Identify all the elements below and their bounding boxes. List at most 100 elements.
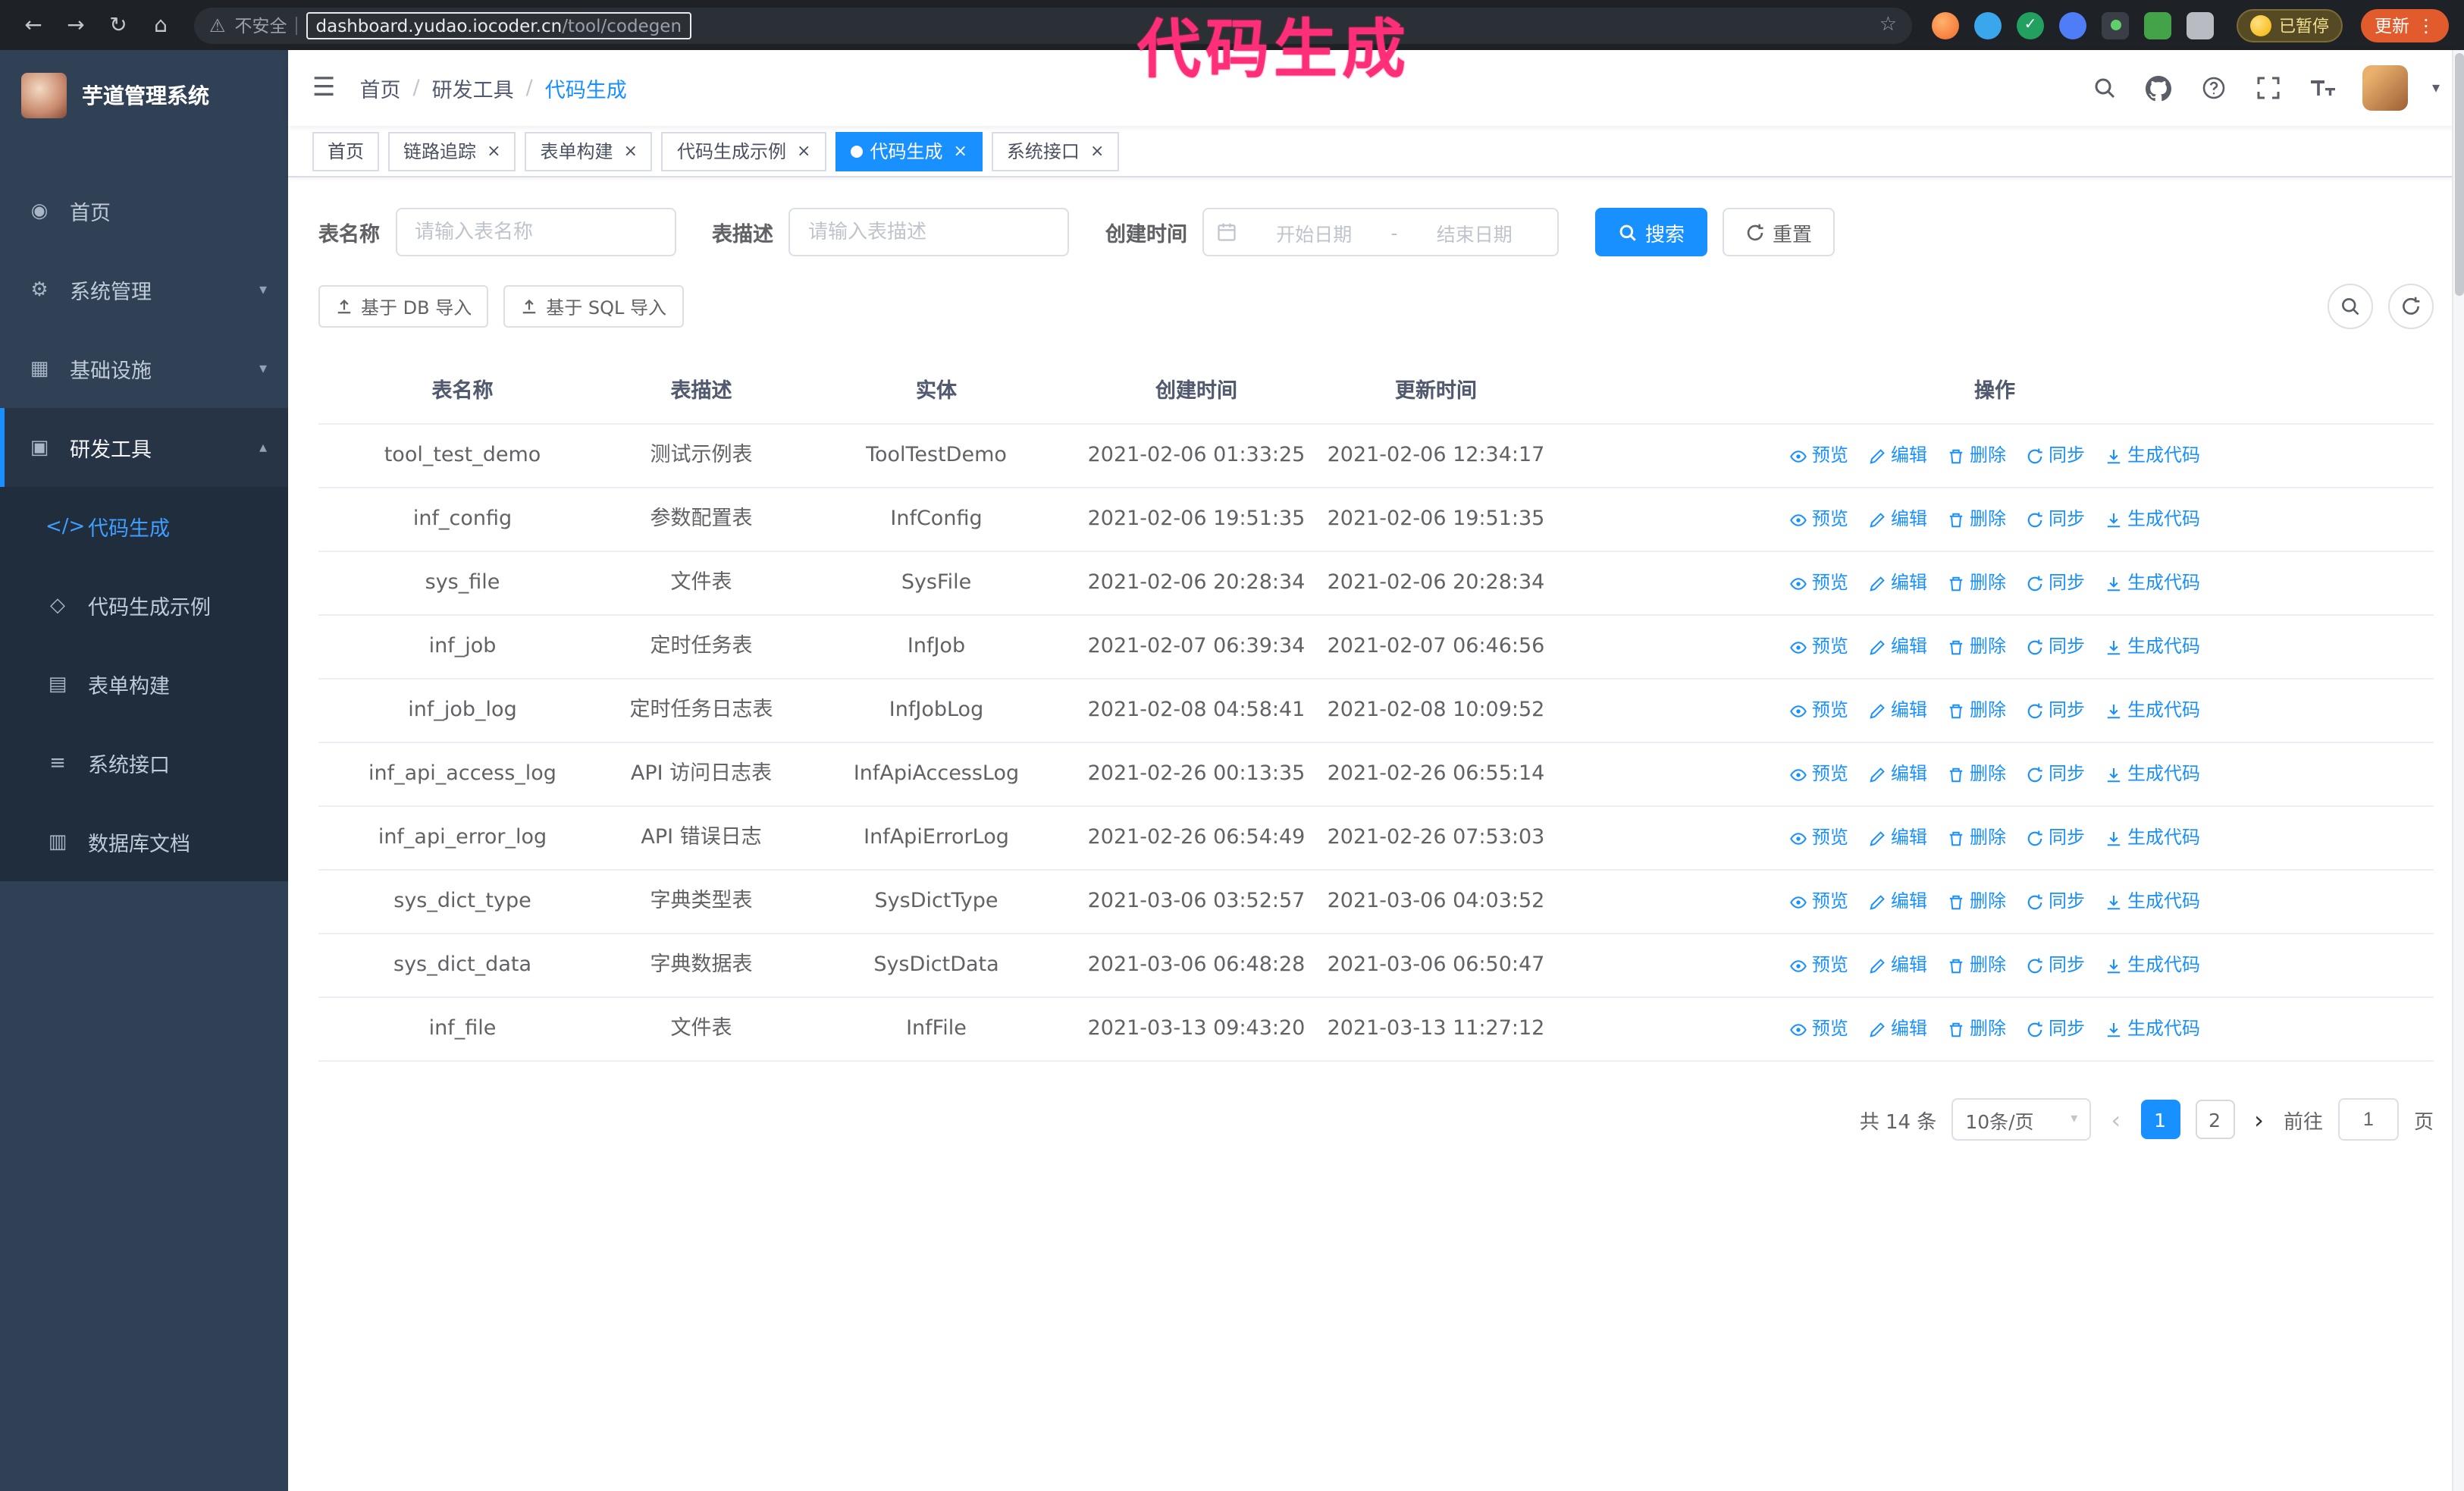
logo[interactable]: 芋道管理系统	[0, 50, 288, 141]
toggle-search-button[interactable]	[2328, 284, 2373, 329]
extension-icon[interactable]	[2059, 11, 2086, 39]
help-icon[interactable]	[2199, 73, 2229, 103]
action-edit-link[interactable]: 编辑	[1868, 1013, 1927, 1045]
action-preview-link[interactable]: 预览	[1789, 1013, 1848, 1045]
action-preview-link[interactable]: 预览	[1789, 567, 1848, 599]
action-generate-link[interactable]: 生成代码	[2105, 1013, 2200, 1045]
action-edit-link[interactable]: 编辑	[1868, 440, 1927, 472]
action-preview-link[interactable]: 预览	[1789, 695, 1848, 727]
action-preview-link[interactable]: 预览	[1789, 758, 1848, 790]
sidebar-subitem-codegen[interactable]: </> 代码生成	[0, 487, 288, 566]
action-generate-link[interactable]: 生成代码	[2105, 695, 2200, 727]
extensions-puzzle-icon[interactable]	[2187, 11, 2214, 39]
action-preview-link[interactable]: 预览	[1789, 886, 1848, 918]
action-sync-link[interactable]: 同步	[2026, 950, 2085, 981]
action-edit-link[interactable]: 编辑	[1868, 695, 1927, 727]
next-page-button[interactable]: ›	[2249, 1105, 2268, 1134]
extension-icon[interactable]	[2102, 11, 2129, 39]
sidebar-subitem-form-builder[interactable]: ▤ 表单构建	[0, 645, 288, 724]
search-icon[interactable]	[2089, 73, 2120, 103]
tab-codegen-example[interactable]: 代码生成示例 ×	[661, 131, 826, 171]
import-db-button[interactable]: 基于 DB 导入	[318, 285, 489, 328]
extension-icon[interactable]	[2017, 11, 2044, 39]
forward-icon[interactable]: →	[58, 7, 94, 43]
sidebar-item-dev-tools[interactable]: ▣ 研发工具 ▴	[0, 408, 288, 487]
fullscreen-icon[interactable]	[2253, 73, 2284, 103]
extension-icon[interactable]	[1932, 11, 1959, 39]
address-bar[interactable]: ⚠ 不安全 dashboard.yudao.iocoder.cn/tool/co…	[194, 7, 1912, 43]
action-edit-link[interactable]: 编辑	[1868, 950, 1927, 981]
profile-paused-chip[interactable]: 已暂停	[2237, 8, 2343, 42]
table-name-input[interactable]	[395, 208, 676, 256]
extension-icon[interactable]	[1974, 11, 2002, 39]
breadcrumb-dev-tools[interactable]: 研发工具	[432, 73, 514, 103]
action-preview-link[interactable]: 预览	[1789, 631, 1848, 663]
action-delete-link[interactable]: 删除	[1947, 950, 2006, 981]
action-delete-link[interactable]: 删除	[1947, 695, 2006, 727]
action-edit-link[interactable]: 编辑	[1868, 822, 1927, 854]
action-generate-link[interactable]: 生成代码	[2105, 440, 2200, 472]
action-sync-link[interactable]: 同步	[2026, 567, 2085, 599]
close-icon[interactable]: ×	[953, 141, 967, 161]
tab-codegen[interactable]: 代码生成 ×	[835, 131, 983, 171]
action-edit-link[interactable]: 编辑	[1868, 567, 1927, 599]
close-icon[interactable]: ×	[1090, 141, 1104, 161]
sidebar-subitem-codegen-example[interactable]: ◇ 代码生成示例	[0, 566, 288, 645]
import-sql-button[interactable]: 基于 SQL 导入	[503, 285, 683, 328]
action-preview-link[interactable]: 预览	[1789, 504, 1848, 535]
extension-icon[interactable]	[2144, 11, 2171, 39]
date-range-picker[interactable]: 开始日期 - 结束日期	[1202, 208, 1559, 256]
action-edit-link[interactable]: 编辑	[1868, 504, 1927, 535]
hamburger-icon[interactable]: ☰	[312, 73, 336, 103]
action-generate-link[interactable]: 生成代码	[2105, 631, 2200, 663]
close-icon[interactable]: ×	[797, 141, 810, 161]
action-delete-link[interactable]: 删除	[1947, 440, 2006, 472]
action-preview-link[interactable]: 预览	[1789, 950, 1848, 981]
close-icon[interactable]: ×	[624, 141, 638, 161]
table-desc-input[interactable]	[788, 208, 1069, 256]
avatar-caret-down-icon[interactable]: ▾	[2432, 80, 2440, 96]
action-preview-link[interactable]: 预览	[1789, 822, 1848, 854]
close-icon[interactable]: ×	[487, 141, 500, 161]
action-delete-link[interactable]: 删除	[1947, 631, 2006, 663]
refresh-table-button[interactable]	[2388, 284, 2434, 329]
sidebar-item-home[interactable]: ◉ 首页	[0, 171, 288, 250]
action-delete-link[interactable]: 删除	[1947, 822, 2006, 854]
action-delete-link[interactable]: 删除	[1947, 504, 2006, 535]
action-edit-link[interactable]: 编辑	[1868, 758, 1927, 790]
action-edit-link[interactable]: 编辑	[1868, 631, 1927, 663]
action-sync-link[interactable]: 同步	[2026, 695, 2085, 727]
sidebar-item-infrastructure[interactable]: ▦ 基础设施 ▾	[0, 329, 288, 408]
page-1-button[interactable]: 1	[2140, 1100, 2180, 1139]
action-generate-link[interactable]: 生成代码	[2105, 822, 2200, 854]
action-sync-link[interactable]: 同步	[2026, 1013, 2085, 1045]
prev-page-button[interactable]: ‹	[2106, 1105, 2125, 1134]
search-button[interactable]: 搜索	[1595, 208, 1708, 256]
action-edit-link[interactable]: 编辑	[1868, 886, 1927, 918]
tab-home[interactable]: 首页	[312, 131, 380, 171]
font-size-icon[interactable]	[2308, 73, 2338, 103]
back-icon[interactable]: ←	[15, 7, 52, 43]
action-sync-link[interactable]: 同步	[2026, 822, 2085, 854]
goto-page-input[interactable]	[2337, 1098, 2399, 1141]
tab-link-tracing[interactable]: 链路追踪 ×	[388, 131, 516, 171]
action-delete-link[interactable]: 删除	[1947, 758, 2006, 790]
browser-menu-icon[interactable]: ⋮	[2417, 14, 2435, 36]
tab-system-api[interactable]: 系统接口 ×	[991, 131, 1120, 171]
browser-home-icon[interactable]: ⌂	[143, 7, 179, 43]
sidebar-subitem-db-docs[interactable]: ▥ 数据库文档	[0, 802, 288, 881]
update-button[interactable]: 更新 ⋮	[2361, 8, 2449, 42]
action-sync-link[interactable]: 同步	[2026, 758, 2085, 790]
tab-form-builder[interactable]: 表单构建 ×	[525, 131, 653, 171]
action-sync-link[interactable]: 同步	[2026, 886, 2085, 918]
action-sync-link[interactable]: 同步	[2026, 504, 2085, 535]
action-delete-link[interactable]: 删除	[1947, 1013, 2006, 1045]
action-delete-link[interactable]: 删除	[1947, 886, 2006, 918]
action-sync-link[interactable]: 同步	[2026, 631, 2085, 663]
browser-scrollbar[interactable]	[2452, 50, 2464, 1491]
action-generate-link[interactable]: 生成代码	[2105, 950, 2200, 981]
action-preview-link[interactable]: 预览	[1789, 440, 1848, 472]
sidebar-item-system-management[interactable]: ⚙ 系统管理 ▾	[0, 250, 288, 329]
action-generate-link[interactable]: 生成代码	[2105, 504, 2200, 535]
scrollbar-thumb[interactable]	[2455, 53, 2464, 296]
